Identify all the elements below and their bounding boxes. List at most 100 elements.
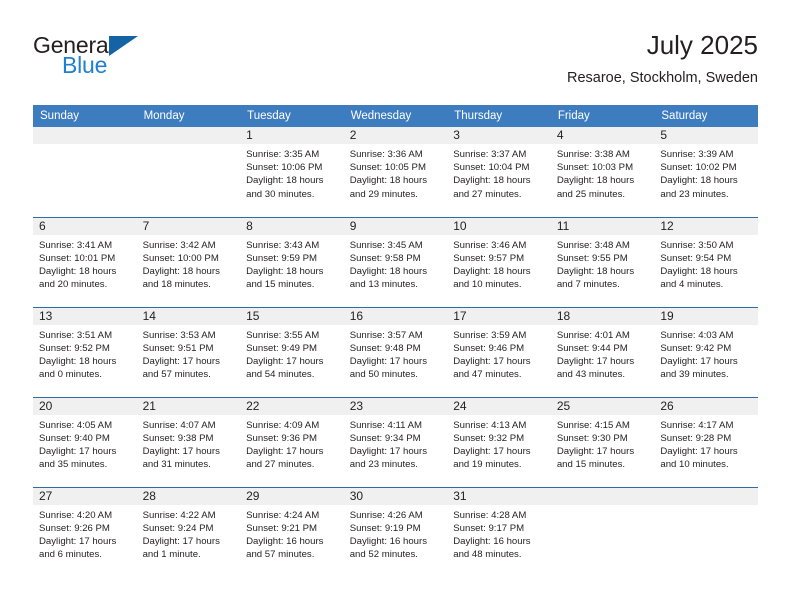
day-details: Sunrise: 3:39 AM Sunset: 10:02 PM Daylig…: [654, 144, 758, 201]
sunset-text: Sunset: 9:36 PM: [246, 432, 318, 444]
day-cell[interactable]: 25 Sunrise: 4:15 AM Sunset: 9:30 PM Dayl…: [550, 396, 655, 487]
day-cell[interactable]: 15 Sunrise: 3:55 AM Sunset: 9:49 PM Dayl…: [240, 306, 344, 397]
daylight-text-line2: and 27 minutes.: [453, 188, 522, 200]
day-cell[interactable]: 28 Sunrise: 4:22 AM Sunset: 9:24 PM Dayl…: [136, 486, 241, 577]
daylight-text-line1: Daylight: 17 hours: [453, 445, 531, 457]
day-cell[interactable]: 7 Sunrise: 3:42 AM Sunset: 10:00 PM Dayl…: [136, 216, 241, 307]
day-number: 14: [136, 307, 241, 325]
day-cell[interactable]: 27 Sunrise: 4:20 AM Sunset: 9:26 PM Dayl…: [33, 486, 137, 577]
sunrise-text: Sunrise: 3:37 AM: [453, 149, 527, 160]
sunset-text: Sunset: 9:26 PM: [39, 522, 110, 534]
daylight-text-line1: Daylight: 17 hours: [349, 355, 428, 367]
daylight-text-line2: and 15 minutes.: [246, 279, 315, 291]
day-cell[interactable]: 6 Sunrise: 3:41 AM Sunset: 10:01 PM Dayl…: [33, 216, 137, 307]
daylight-text-line1: Daylight: 17 hours: [660, 445, 738, 457]
sunrise-text: Sunrise: 4:24 AM: [246, 509, 320, 521]
sunrise-text: Sunrise: 3:53 AM: [142, 329, 216, 341]
day-cell[interactable]: [654, 486, 758, 577]
day-cell[interactable]: 16 Sunrise: 3:57 AM Sunset: 9:48 PM Dayl…: [343, 306, 448, 397]
day-cell[interactable]: 29 Sunrise: 4:24 AM Sunset: 9:21 PM Dayl…: [240, 486, 344, 577]
daylight-text-line2: and 15 minutes.: [556, 459, 626, 471]
daylight-text-line2: and 1 minute.: [142, 549, 201, 561]
sunset-text: Sunset: 9:28 PM: [660, 432, 732, 444]
day-cell[interactable]: 22 Sunrise: 4:09 AM Sunset: 9:36 PM Dayl…: [240, 396, 344, 487]
sunrise-text: Sunrise: 3:50 AM: [660, 239, 734, 251]
daylight-text-line1: Daylight: 18 hours: [246, 175, 324, 187]
sunset-text: Sunset: 9:48 PM: [349, 342, 421, 354]
day-number: 5: [654, 127, 758, 144]
location-subtitle: Resaroe, Stockholm, Sweden: [566, 70, 758, 86]
day-cell[interactable]: 31 Sunrise: 4:28 AM Sunset: 9:17 PM Dayl…: [447, 486, 551, 577]
day-cell[interactable]: 13 Sunrise: 3:51 AM Sunset: 9:52 PM Dayl…: [33, 306, 137, 397]
day-details: Sunrise: 4:13 AM Sunset: 9:32 PM Dayligh…: [447, 415, 551, 472]
day-cell[interactable]: [136, 127, 241, 217]
day-details: [654, 505, 758, 509]
day-cell[interactable]: 8 Sunrise: 3:43 AM Sunset: 9:59 PM Dayli…: [240, 216, 344, 307]
day-number: 2: [343, 127, 448, 144]
day-details: Sunrise: 4:26 AM Sunset: 9:19 PM Dayligh…: [344, 505, 448, 562]
day-cell[interactable]: 2 Sunrise: 3:36 AM Sunset: 10:05 PM Dayl…: [343, 127, 448, 217]
sunrise-text: Sunrise: 4:20 AM: [39, 509, 113, 521]
day-cell[interactable]: 19 Sunrise: 4:03 AM Sunset: 9:42 PM Dayl…: [654, 306, 758, 397]
page-header: General Blue July 2025 Resaroe, Stockhol…: [33, 28, 758, 96]
daylight-text-line1: Daylight: 18 hours: [246, 265, 324, 277]
day-details: Sunrise: 3:42 AM Sunset: 10:00 PM Daylig…: [137, 235, 241, 292]
daylight-text-line2: and 31 minutes.: [142, 459, 211, 471]
sunset-text: Sunset: 9:58 PM: [349, 252, 421, 264]
sunset-text: Sunset: 9:52 PM: [39, 342, 110, 354]
triangle-flag-icon: [109, 36, 138, 56]
day-cell[interactable]: 3 Sunrise: 3:37 AM Sunset: 10:04 PM Dayl…: [447, 127, 551, 217]
calendar-week-row: 20 Sunrise: 4:05 AM Sunset: 9:40 PM Dayl…: [33, 396, 758, 487]
day-number: 13: [33, 307, 137, 325]
sunset-text: Sunset: 9:40 PM: [39, 432, 110, 444]
sunrise-text: Sunrise: 4:17 AM: [660, 419, 734, 431]
day-number: 26: [654, 397, 758, 415]
daylight-text-line2: and 48 minutes.: [453, 549, 522, 561]
day-cell[interactable]: 18 Sunrise: 4:01 AM Sunset: 9:44 PM Dayl…: [550, 306, 655, 397]
day-cell[interactable]: 4 Sunrise: 3:38 AM Sunset: 10:03 PM Dayl…: [550, 127, 655, 217]
day-cell[interactable]: 17 Sunrise: 3:59 AM Sunset: 9:46 PM Dayl…: [447, 306, 551, 397]
day-cell[interactable]: 24 Sunrise: 4:13 AM Sunset: 9:32 PM Dayl…: [447, 396, 551, 487]
day-cell[interactable]: [550, 486, 655, 577]
day-number: 25: [550, 397, 655, 415]
daylight-text-line2: and 6 minutes.: [39, 549, 102, 561]
sunrise-text: Sunrise: 4:28 AM: [453, 509, 527, 521]
calendar-grid: Sunday Monday Tuesday Wednesday Thursday…: [33, 105, 758, 577]
weekday-header-friday: Friday: [550, 105, 655, 127]
page-title: July 2025: [646, 30, 758, 60]
sunrise-text: Sunrise: 3:46 AM: [453, 239, 527, 251]
day-details: Sunrise: 4:11 AM Sunset: 9:34 PM Dayligh…: [344, 415, 448, 472]
day-cell[interactable]: [33, 127, 137, 217]
sunset-text: Sunset: 9:59 PM: [246, 252, 318, 264]
day-cell[interactable]: 30 Sunrise: 4:26 AM Sunset: 9:19 PM Dayl…: [343, 486, 448, 577]
day-cell[interactable]: 23 Sunrise: 4:11 AM Sunset: 9:34 PM Dayl…: [343, 396, 448, 487]
sunset-text: Sunset: 9:49 PM: [246, 342, 318, 354]
brand-logo[interactable]: General Blue: [33, 32, 233, 88]
sunrise-text: Sunrise: 3:36 AM: [349, 149, 423, 160]
day-details: Sunrise: 4:09 AM Sunset: 9:36 PM Dayligh…: [240, 415, 344, 472]
day-cell[interactable]: 26 Sunrise: 4:17 AM Sunset: 9:28 PM Dayl…: [654, 396, 758, 487]
sunrise-text: Sunrise: 4:01 AM: [556, 329, 630, 341]
day-cell[interactable]: 5 Sunrise: 3:39 AM Sunset: 10:02 PM Dayl…: [654, 127, 758, 217]
sunset-text: Sunset: 10:06 PM: [246, 162, 323, 174]
sunset-text: Sunset: 9:17 PM: [453, 522, 525, 534]
day-number: 23: [343, 397, 448, 415]
daylight-text-line1: Daylight: 18 hours: [349, 265, 428, 277]
day-cell[interactable]: 1 Sunrise: 3:35 AM Sunset: 10:06 PM Dayl…: [240, 127, 344, 217]
day-details: [33, 144, 137, 148]
day-cell[interactable]: 12 Sunrise: 3:50 AM Sunset: 9:54 PM Dayl…: [654, 216, 758, 307]
sunset-text: Sunset: 10:01 PM: [39, 252, 116, 264]
day-number: 16: [343, 307, 448, 325]
sunset-text: Sunset: 9:51 PM: [142, 342, 214, 354]
day-cell[interactable]: 14 Sunrise: 3:53 AM Sunset: 9:51 PM Dayl…: [136, 306, 241, 397]
day-cell[interactable]: 20 Sunrise: 4:05 AM Sunset: 9:40 PM Dayl…: [33, 396, 137, 487]
day-cell[interactable]: 10 Sunrise: 3:46 AM Sunset: 9:57 PM Dayl…: [447, 216, 551, 307]
day-cell[interactable]: 21 Sunrise: 4:07 AM Sunset: 9:38 PM Dayl…: [136, 396, 241, 487]
day-details: [137, 144, 241, 148]
day-cell[interactable]: 9 Sunrise: 3:45 AM Sunset: 9:58 PM Dayli…: [343, 216, 448, 307]
day-cell[interactable]: 11 Sunrise: 3:48 AM Sunset: 9:55 PM Dayl…: [550, 216, 655, 307]
calendar-week-row: 6 Sunrise: 3:41 AM Sunset: 10:01 PM Dayl…: [33, 216, 758, 307]
sunset-text: Sunset: 9:34 PM: [349, 432, 421, 444]
day-details: Sunrise: 4:28 AM Sunset: 9:17 PM Dayligh…: [447, 505, 551, 562]
daylight-text-line2: and 23 minutes.: [349, 459, 418, 471]
